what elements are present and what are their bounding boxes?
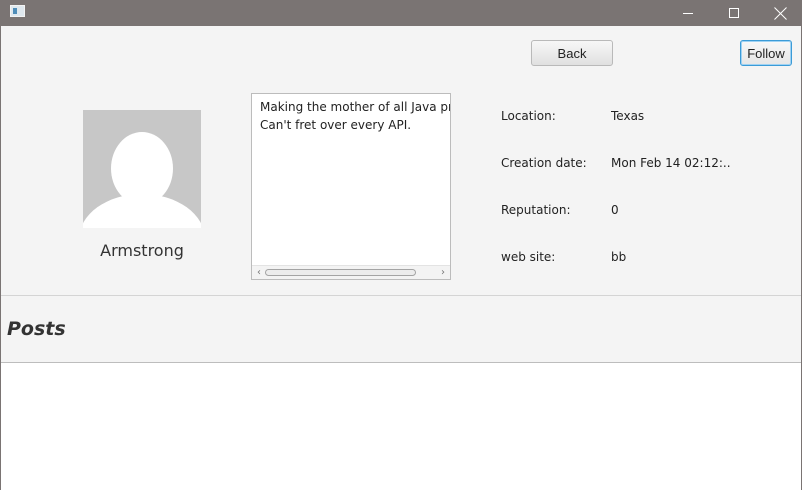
follow-button[interactable]: Follow bbox=[740, 40, 792, 66]
scroll-left-icon[interactable]: ‹ bbox=[253, 266, 265, 279]
posts-title: Posts bbox=[7, 318, 66, 340]
maximize-button[interactable] bbox=[711, 0, 757, 26]
profile-window: Back Follow Armstrong Making the mother … bbox=[0, 0, 802, 490]
posts-list[interactable] bbox=[1, 362, 801, 490]
creation-date-label: Creation date: bbox=[501, 156, 587, 170]
section-divider bbox=[1, 295, 801, 296]
profile-username: Armstrong bbox=[100, 241, 184, 260]
reputation-value: 0 bbox=[611, 203, 619, 217]
title-bar[interactable] bbox=[1, 0, 802, 26]
avatar-body-icon bbox=[83, 194, 201, 228]
scroll-right-icon[interactable]: › bbox=[437, 266, 449, 279]
window-app-icon bbox=[10, 5, 25, 17]
creation-date-value: Mon Feb 14 02:12:... bbox=[611, 156, 731, 170]
bio-text-area[interactable]: Making the mother of all Java programs. … bbox=[251, 93, 451, 280]
location-label: Location: bbox=[501, 109, 556, 123]
close-icon bbox=[774, 7, 787, 20]
back-button[interactable]: Back bbox=[531, 40, 613, 66]
minimize-icon bbox=[683, 12, 693, 14]
horizontal-scrollbar[interactable]: ‹ › bbox=[252, 265, 450, 279]
maximize-icon bbox=[729, 8, 739, 18]
avatar bbox=[83, 110, 201, 228]
location-value: Texas bbox=[611, 109, 645, 123]
website-label: web site: bbox=[501, 250, 556, 264]
minimize-button[interactable] bbox=[665, 0, 711, 26]
bio-text: Making the mother of all Java programs. … bbox=[260, 100, 450, 132]
website-value: bb bbox=[611, 250, 627, 264]
close-button[interactable] bbox=[757, 0, 802, 26]
reputation-label: Reputation: bbox=[501, 203, 571, 217]
scroll-thumb[interactable] bbox=[265, 269, 416, 276]
